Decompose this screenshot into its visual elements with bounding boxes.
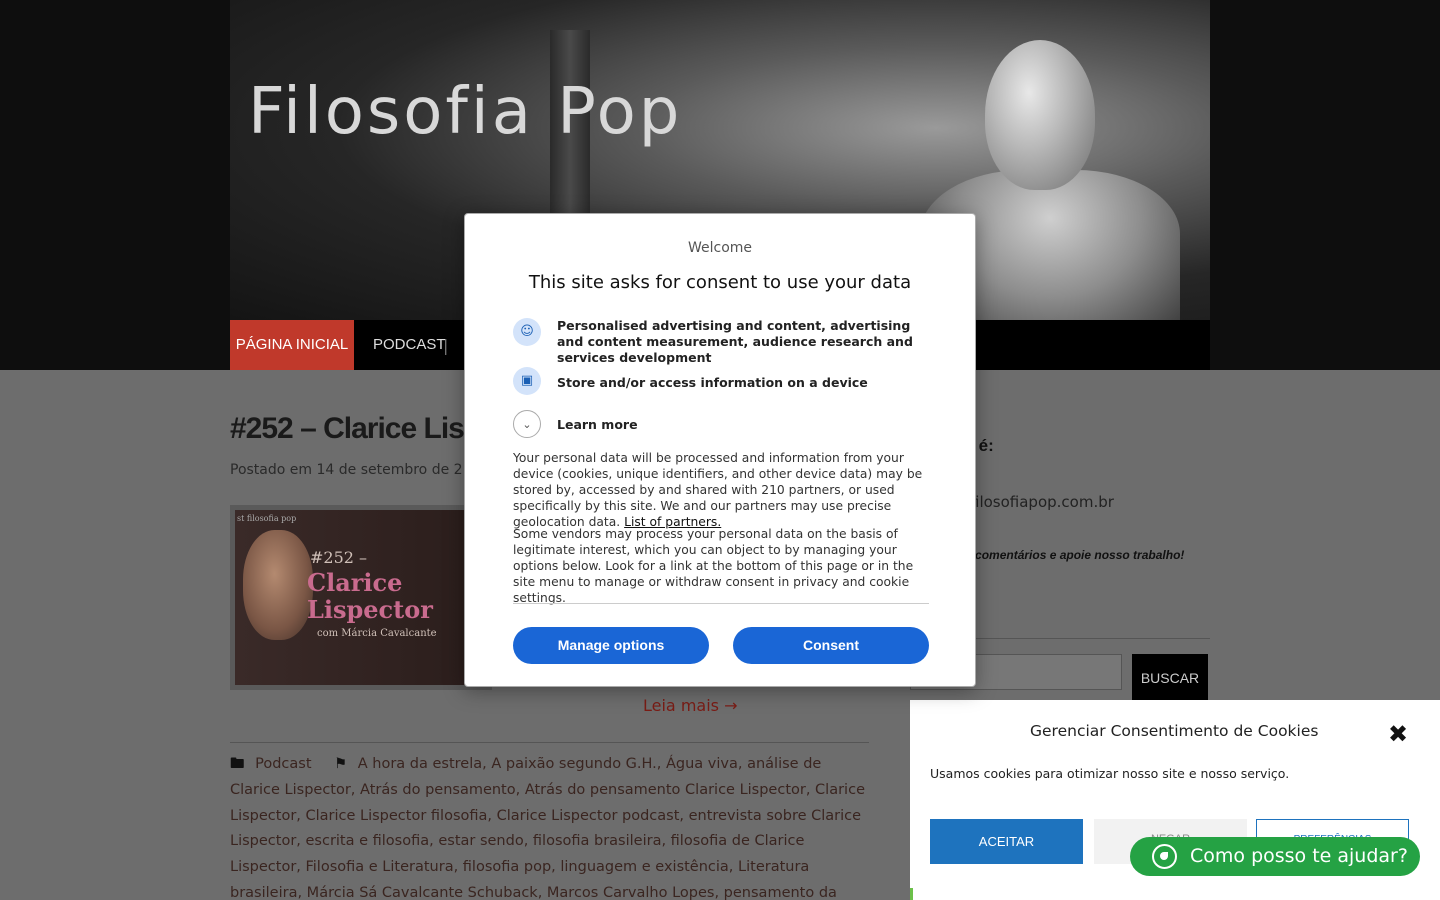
whatsapp-chat-button[interactable]: Como posso te ajudar? — [1130, 837, 1420, 876]
accent-bar — [910, 888, 913, 900]
consent-modal: Welcome This site asks for consent to us… — [464, 213, 976, 687]
modal-welcome: Welcome — [687, 240, 753, 256]
whatsapp-icon — [1152, 844, 1177, 869]
whatsapp-label: Como posso te ajudar? — [1190, 845, 1408, 867]
purpose-storage-text: Store and/or access information on a dev… — [557, 375, 868, 390]
devices-icon: ▣ — [513, 367, 541, 395]
chevron-down-icon[interactable]: ⌄ — [513, 410, 541, 438]
consent-button[interactable]: Consent — [733, 627, 929, 664]
cookie-accept-button[interactable]: ACEITAR — [930, 819, 1083, 864]
modal-heading: This site asks for consent to use your d… — [528, 272, 912, 293]
manage-options-button[interactable]: Manage options — [513, 627, 709, 664]
learn-more-label[interactable]: Learn more — [557, 417, 937, 433]
user-icon: ☺ — [513, 318, 541, 346]
modal-divider — [513, 603, 929, 604]
modal-paragraph-2: Some vendors may process your personal d… — [513, 527, 914, 605]
cookie-panel-text: Usamos cookies para otimizar nosso site … — [930, 766, 1290, 781]
close-icon[interactable]: ✖ — [1388, 720, 1408, 748]
modal-paragraph-1: Your personal data will be processed and… — [513, 450, 931, 530]
purpose-advertising-text: Personalised advertising and content, ad… — [557, 318, 913, 365]
cookie-panel-title: Gerenciar Consentimento de Cookies — [1030, 722, 1319, 740]
